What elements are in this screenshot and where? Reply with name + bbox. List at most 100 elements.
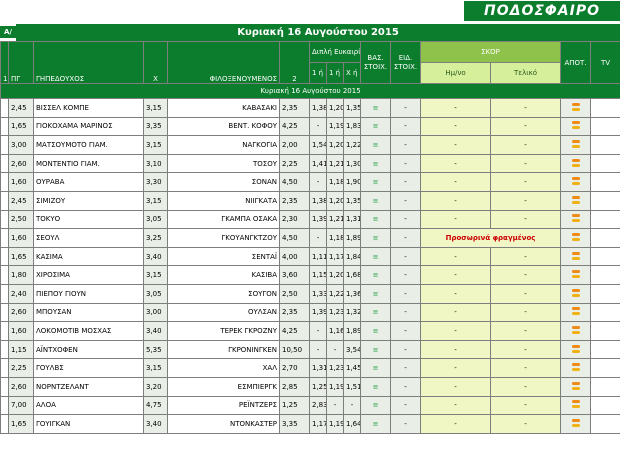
result-cell[interactable] [560,376,592,397]
stats-icon[interactable]: ≡ [360,172,392,192]
stats-icon[interactable]: ≡ [360,228,392,248]
odd-home[interactable]: 2,50 [8,209,34,230]
odd-draw[interactable]: 3,40 [143,246,168,267]
result-cell[interactable] [560,135,592,155]
result-cell[interactable] [560,321,592,341]
odd-draw[interactable]: 3,15 [143,135,168,155]
odd-dc-x2[interactable]: 1,45 [342,358,362,378]
odd-dc-x2[interactable]: 1,90 [342,172,362,192]
result-cell[interactable] [560,153,592,174]
odd-dc-1x[interactable]: 1,33 [309,283,327,304]
odd-draw[interactable]: 3,25 [143,228,168,248]
odd-home[interactable]: 7,00 [8,395,34,416]
odd-dc-12[interactable]: 1,20 [326,190,344,211]
result-cell[interactable] [560,98,592,118]
result-cell[interactable] [560,339,592,360]
odd-dc-x2[interactable]: 1,83 [342,116,362,137]
odd-dc-12[interactable]: 1,18 [326,228,344,248]
odd-dc-12[interactable]: 1,22 [326,283,344,304]
odd-dc-12[interactable]: 1,19 [326,414,344,434]
odd-away[interactable]: 3,35 [279,414,310,434]
odd-dc-1x[interactable]: 1,38 [309,190,327,211]
swap-arrows-icon[interactable] [571,213,581,223]
stats-icon[interactable]: ≡ [360,116,392,137]
odd-home[interactable]: 1,65 [8,116,34,137]
odd-draw[interactable]: 3,30 [143,172,168,192]
swap-arrows-icon[interactable] [571,269,581,279]
odd-dc-1x[interactable]: 1,25 [309,376,327,397]
odd-draw[interactable]: 3,40 [143,414,168,434]
result-cell[interactable] [560,283,592,304]
result-cell[interactable] [560,116,592,137]
swap-arrows-icon[interactable] [571,195,581,205]
stats-icon[interactable]: ≡ [360,135,392,155]
odd-dc-1x[interactable]: - [309,228,327,248]
odd-dc-12[interactable]: - [326,339,344,360]
odd-dc-x2[interactable]: 3,54 [342,339,362,360]
odd-dc-x2[interactable]: 1,68 [342,265,362,285]
odd-dc-1x[interactable]: 1,54 [309,135,327,155]
odd-dc-12[interactable]: 1,21 [326,209,344,230]
odd-dc-12[interactable]: 1,21 [326,153,344,174]
odd-away[interactable]: 2,00 [279,135,310,155]
swap-arrows-icon[interactable] [571,306,581,316]
odd-home[interactable]: 2,60 [8,153,34,174]
odd-draw[interactable]: 3,40 [143,321,168,341]
result-cell[interactable] [560,246,592,267]
swap-arrows-icon[interactable] [571,288,581,298]
odd-dc-1x[interactable]: 1,38 [309,98,327,118]
odd-dc-x2[interactable]: 1,35 [342,98,362,118]
odd-away[interactable]: 2,85 [279,376,310,397]
odd-draw[interactable]: 3,20 [143,376,168,397]
odd-home[interactable]: 2,25 [8,358,34,378]
stats-icon[interactable]: ≡ [360,246,392,267]
odd-draw[interactable]: 3,05 [143,209,168,230]
odd-dc-1x[interactable]: 1,39 [309,209,327,230]
swap-arrows-icon[interactable] [571,232,581,242]
odd-away[interactable]: 4,25 [279,321,310,341]
stats-icon[interactable]: ≡ [360,209,392,230]
odd-away[interactable]: 3,60 [279,265,310,285]
odd-draw[interactable]: 5,35 [143,339,168,360]
odd-dc-12[interactable]: 1,23 [326,358,344,378]
swap-arrows-icon[interactable] [571,381,581,391]
odd-away[interactable]: 2,35 [279,98,310,118]
odd-draw[interactable]: 3,15 [143,358,168,378]
odd-home[interactable]: 2,45 [8,98,34,118]
odd-away[interactable]: 2,35 [279,190,310,211]
stats-icon[interactable]: ≡ [360,153,392,174]
odd-dc-1x[interactable]: 1,17 [309,414,327,434]
odd-dc-x2[interactable]: 1,64 [342,414,362,434]
odd-draw[interactable]: 4,75 [143,395,168,416]
odd-away[interactable]: 2,70 [279,358,310,378]
odd-home[interactable]: 2,60 [8,376,34,397]
odd-dc-1x[interactable]: 1,11 [309,246,327,267]
stats-icon[interactable]: ≡ [360,302,392,323]
odd-away[interactable]: 4,00 [279,246,310,267]
odd-away[interactable]: 4,50 [279,228,310,248]
odd-home[interactable]: 2,45 [8,190,34,211]
odd-home[interactable]: 3,00 [8,135,34,155]
odd-dc-1x[interactable]: 2,83 [309,395,327,416]
stats-icon[interactable]: ≡ [360,414,392,434]
odd-home[interactable]: 1,60 [8,172,34,192]
odd-dc-12[interactable]: 1,16 [326,321,344,341]
swap-arrows-icon[interactable] [571,325,581,335]
odd-home[interactable]: 1,65 [8,246,34,267]
swap-arrows-icon[interactable] [571,399,581,409]
odd-dc-x2[interactable]: 1,89 [342,321,362,341]
odd-draw[interactable]: 3,00 [143,302,168,323]
result-cell[interactable] [560,302,592,323]
odd-dc-12[interactable]: 1,20 [326,135,344,155]
odd-draw[interactable]: 3,15 [143,265,168,285]
odd-draw[interactable]: 3,15 [143,98,168,118]
odd-dc-1x[interactable]: 1,31 [309,358,327,378]
odd-home[interactable]: 1,80 [8,265,34,285]
odd-dc-x2[interactable]: 1,35 [342,190,362,211]
odd-draw[interactable]: 3,35 [143,116,168,137]
odd-dc-x2[interactable]: 1,31 [342,209,362,230]
odd-dc-x2[interactable]: 1,22 [342,135,362,155]
odd-dc-1x[interactable]: 1,15 [309,265,327,285]
stats-icon[interactable]: ≡ [360,358,392,378]
stats-icon[interactable]: ≡ [360,190,392,211]
